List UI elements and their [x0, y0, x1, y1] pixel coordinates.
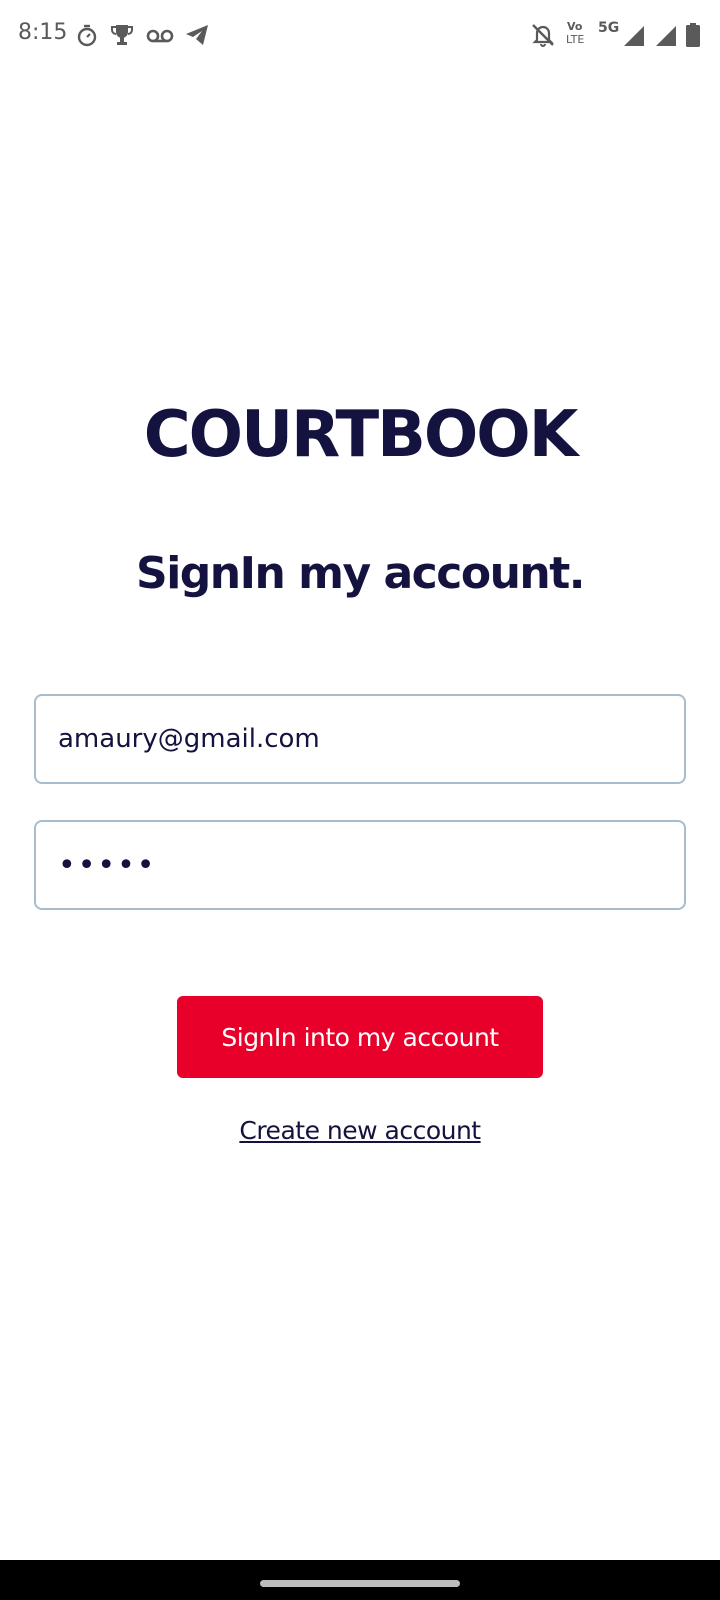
password-field[interactable] [34, 820, 686, 910]
volte-icon: Vo LTE [566, 20, 585, 46]
timer-icon [77, 24, 97, 47]
create-account-link[interactable]: Create new account [0, 1116, 720, 1145]
email-input[interactable] [58, 696, 668, 782]
home-gesture-handle[interactable] [260, 1580, 460, 1587]
signin-button[interactable]: SignIn into my account [177, 996, 543, 1078]
login-screen: 8:15 Vo LTE 5G COURTBOOK SignIn my accou… [0, 0, 720, 1600]
password-input[interactable] [58, 822, 668, 908]
signal-icon [656, 26, 676, 46]
page-title: SignIn my account. [136, 548, 585, 599]
voicemail-icon [146, 29, 174, 43]
5g-icon: 5G [598, 20, 620, 36]
status-bar: 8:15 Vo LTE 5G [0, 0, 720, 70]
battery-icon [686, 23, 700, 47]
mute-icon [532, 24, 554, 47]
email-field[interactable] [34, 694, 686, 784]
navigation-bar [0, 1560, 720, 1600]
status-time: 8:15 [18, 20, 68, 45]
signal-icon [624, 26, 644, 46]
trophy-icon [111, 25, 133, 45]
telegram-icon [186, 25, 208, 45]
app-logo-title: COURTBOOK [143, 398, 579, 472]
